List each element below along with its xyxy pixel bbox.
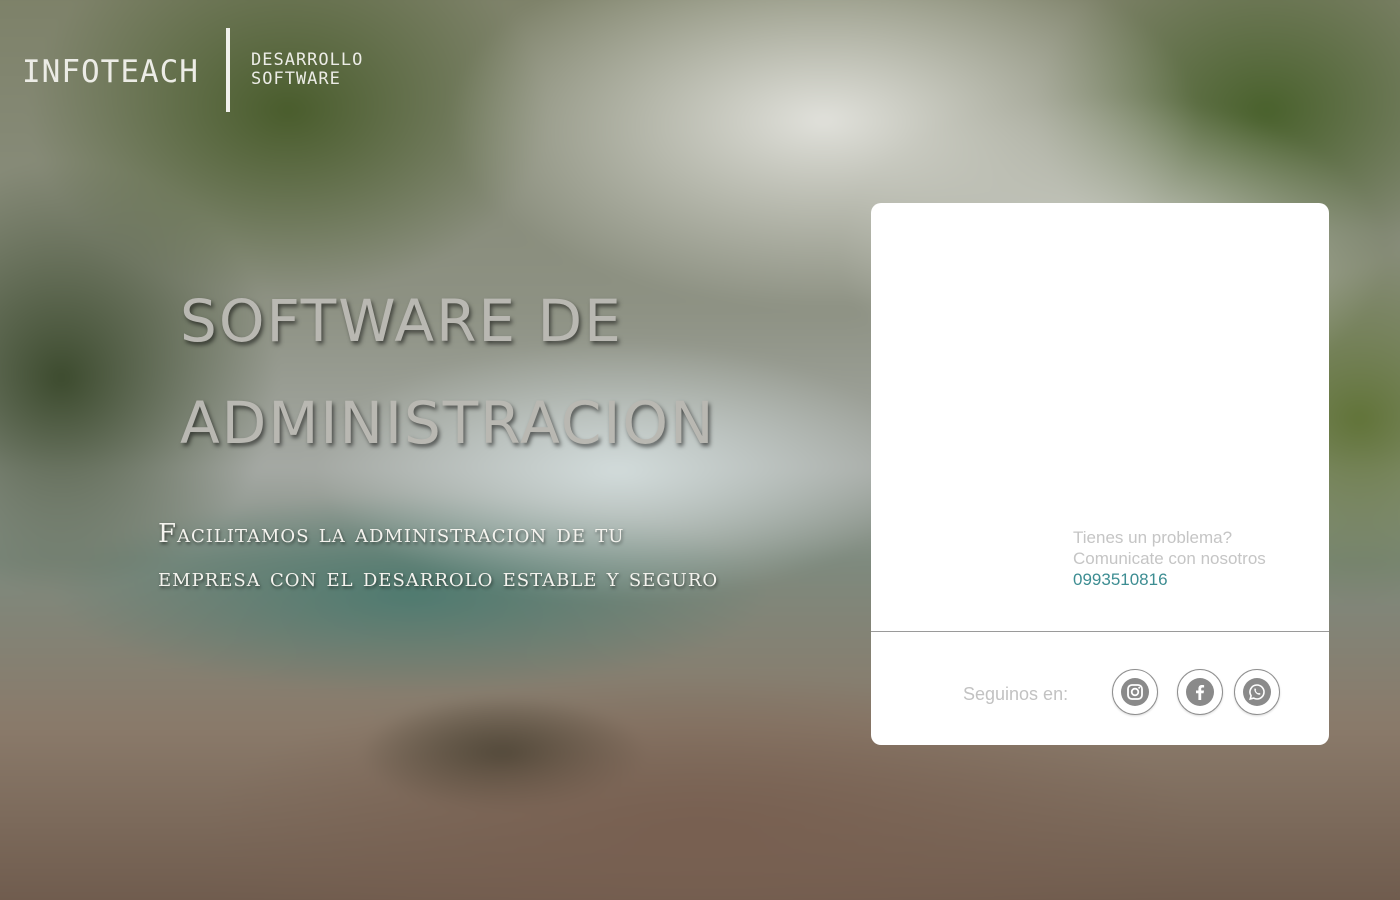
- hero-title-line1: SOFTWARE DE: [180, 287, 623, 355]
- contact-info: Tienes un problema? Comunicate con nosot…: [1073, 527, 1266, 590]
- contact-question: Tienes un problema?: [1073, 528, 1233, 547]
- brand-logo[interactable]: INFOTEACH: [22, 54, 199, 90]
- contact-cta: Comunicate con nosotros: [1073, 549, 1266, 568]
- social-label: Seguinos en:: [963, 684, 1069, 704]
- instagram-button[interactable]: [1112, 669, 1158, 715]
- facebook-icon: [1186, 678, 1214, 706]
- header-divider: [226, 28, 230, 112]
- hero-subtitle-line1: Facilitamos la administracion de tu: [158, 519, 625, 549]
- brand-tagline: DESARROLLO SOFTWARE: [251, 51, 363, 89]
- instagram-icon: [1121, 678, 1149, 706]
- hero-subtitle-line2: empresa con el desarrolo estable y segur…: [158, 563, 719, 593]
- brand-tagline-line2: SOFTWARE: [251, 69, 341, 89]
- contact-phone-link[interactable]: 0993510816: [1073, 569, 1266, 590]
- hero-title-line2: ADMINISTRACION: [180, 389, 716, 457]
- hero-title: SOFTWARE DE ADMINISTRACION: [180, 270, 715, 474]
- whatsapp-button[interactable]: [1234, 669, 1280, 715]
- hero-subtitle: Facilitamos la administracion de tu empr…: [158, 512, 838, 600]
- brand-tagline-line1: DESARROLLO: [251, 50, 364, 70]
- login-panel: Tienes un problema? Comunicate con nosot…: [871, 203, 1329, 745]
- whatsapp-icon: [1243, 678, 1271, 706]
- facebook-button[interactable]: [1177, 669, 1223, 715]
- panel-divider: [871, 631, 1329, 632]
